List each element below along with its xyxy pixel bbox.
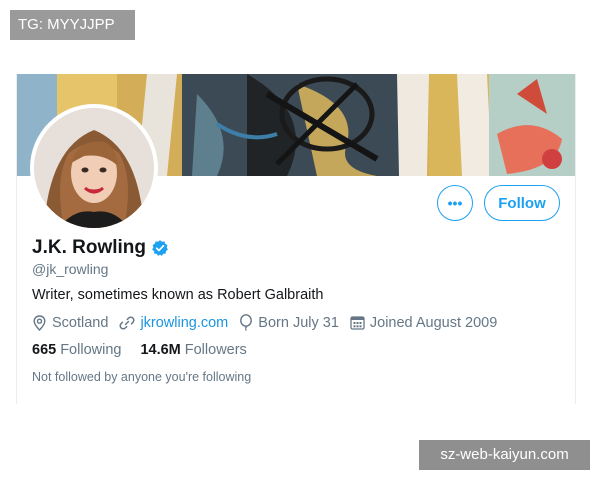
handle: @jk_rowling [32,261,109,277]
followers-count: 14.6M [140,342,181,358]
follow-stats: 665 Following 14.6M Followers [32,342,266,358]
location-text: Scotland [52,314,109,331]
followers-label: Followers [184,342,247,358]
follow-button[interactable]: Follow [484,185,560,221]
name-row: J.K. Rowling [32,237,169,259]
join-date: Joined August 2009 [350,315,497,331]
more-icon: ••• [447,195,463,211]
watermark-bottom: sz-web-kaiyun.com [419,440,590,470]
website-link[interactable]: jkrowling.com [140,315,228,331]
followers-stat[interactable]: 14.6M Followers [140,342,246,358]
bio: Writer, sometimes known as Robert Galbra… [32,287,324,303]
social-context: Not followed by anyone you're following [32,370,252,384]
following-stat[interactable]: 665 Following [32,342,121,358]
profile-card: ••• Follow J.K. Rowling @jk_rowling Writ… [16,74,576,404]
verified-badge-icon [152,240,168,256]
avatar-photo [34,108,154,228]
birthday: Born July 31 [239,314,339,331]
calendar-icon [350,316,365,330]
display-name[interactable]: J.K. Rowling [32,237,146,259]
website[interactable]: jkrowling.com [119,315,228,331]
following-count: 665 [32,342,57,358]
more-options-button[interactable]: ••• [437,185,473,221]
join-date-text: Joined August 2009 [369,314,498,331]
watermark-top: TG: MYYJJPP [10,10,135,40]
location-pin-icon [33,314,46,331]
profile-meta: Scotland jkrowling.com Born July 31 Join… [32,314,508,331]
balloon-icon [240,314,253,331]
birthday-text: Born July 31 [258,314,339,331]
link-icon [119,315,135,330]
following-label: Following [60,342,122,358]
avatar[interactable] [30,104,158,232]
location: Scotland [32,315,108,331]
